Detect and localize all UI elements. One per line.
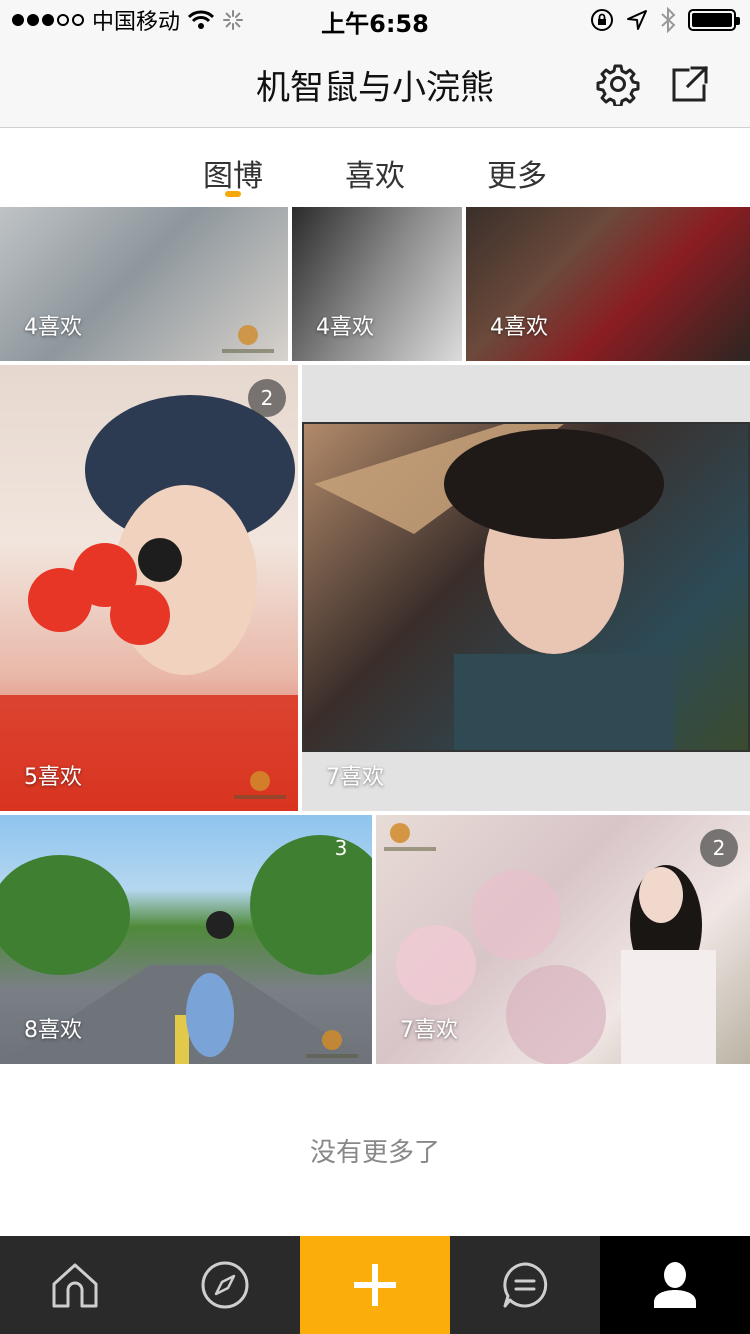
likes-count: 7喜欢 (326, 765, 384, 790)
tab-more[interactable]: 更多 (487, 129, 547, 207)
home-tab[interactable] (0, 1236, 150, 1334)
tab-likes[interactable]: 喜欢 (345, 129, 405, 207)
watermark-logo (306, 1030, 358, 1058)
status-bar: 中国移动 上午6:58 (0, 0, 750, 40)
likes-count: 7喜欢 (400, 1018, 458, 1043)
photo-tile[interactable]: 3 8喜欢 (0, 815, 372, 1064)
messages-tab[interactable] (450, 1236, 600, 1334)
watermark-logo (222, 325, 274, 353)
photo-illustration (0, 395, 298, 811)
photo-count-badge: 2 (248, 379, 286, 417)
plus-icon (354, 1264, 396, 1306)
home-icon (52, 1263, 98, 1308)
profile-tab[interactable] (600, 1236, 750, 1334)
nav-bar: 机智鼠与小浣熊 (0, 40, 750, 128)
no-more-label: 没有更多了 (309, 1138, 440, 1168)
likes-count: 5喜欢 (24, 765, 82, 790)
likes-count: 4喜欢 (24, 315, 82, 340)
photo-tile[interactable]: 4喜欢 (292, 207, 462, 361)
likes-count: 8喜欢 (24, 1018, 82, 1043)
status-right (590, 6, 740, 34)
likes-count: 4喜欢 (316, 315, 374, 340)
battery-icon (688, 9, 740, 31)
photo-illustration (314, 424, 674, 750)
gear-icon (596, 64, 640, 108)
photo-grid: 4喜欢 4喜欢 4喜欢 2 5喜欢 7喜欢 3 8喜欢 2 7喜欢 (0, 207, 750, 1064)
message-icon (503, 1262, 548, 1308)
discover-tab[interactable] (150, 1236, 300, 1334)
likes-count: 4喜欢 (490, 315, 548, 340)
bottom-tab-bar (0, 1236, 750, 1334)
photo-count-badge: 2 (700, 829, 738, 867)
watermark-logo (384, 823, 436, 851)
photo-image (302, 422, 750, 752)
orientation-lock-icon (591, 9, 613, 31)
tab-posts[interactable]: 图博 (203, 129, 263, 207)
tab-label: 更多 (487, 159, 547, 194)
bluetooth-icon (661, 7, 676, 33)
photo-count-badge: 3 (334, 836, 348, 860)
location-arrow-icon (627, 10, 647, 30)
photo-tile[interactable]: 4喜欢 (0, 207, 288, 361)
share-external-icon (672, 65, 709, 102)
watermark-logo (234, 771, 286, 799)
active-tab-indicator (225, 191, 241, 197)
tab-strip: 图博 喜欢 更多 (0, 129, 750, 207)
create-post-button[interactable] (300, 1236, 450, 1334)
settings-button[interactable] (596, 62, 640, 108)
tab-label: 喜欢 (345, 159, 405, 194)
share-button[interactable] (668, 62, 712, 106)
tab-label: 图博 (203, 159, 263, 194)
person-icon (654, 1262, 696, 1308)
compass-icon (201, 1261, 249, 1309)
photo-tile[interactable]: 2 5喜欢 (0, 365, 298, 811)
photo-tile[interactable]: 2 7喜欢 (376, 815, 750, 1064)
photo-tile[interactable]: 4喜欢 (466, 207, 750, 361)
photo-tile[interactable]: 7喜欢 (302, 365, 750, 811)
